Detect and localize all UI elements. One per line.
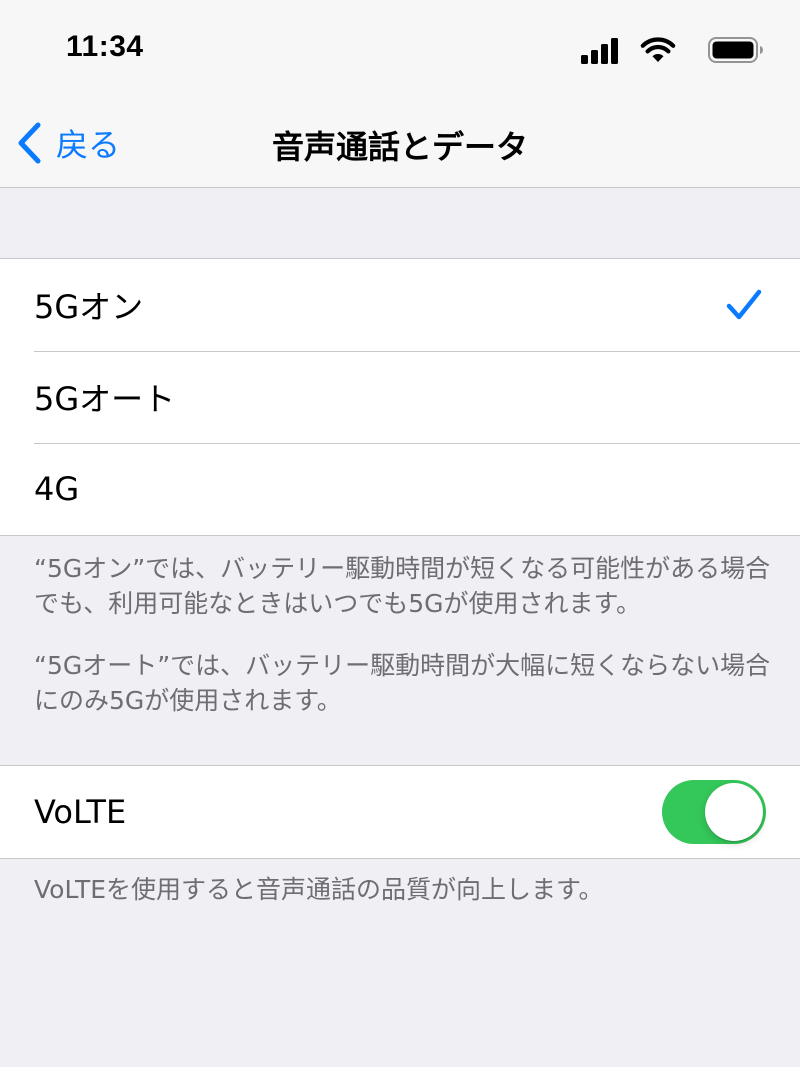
cellular-signal-icon <box>581 38 618 64</box>
volte-row: VoLTE <box>0 766 800 858</box>
battery-icon <box>708 37 763 63</box>
network-options-group: 5Gオン 5Gオート 4G <box>0 258 800 536</box>
settings-screen: 11:34 戻る 音声通話とデータ 5Gオン 5Gオート 4G “5Gオン”では… <box>0 0 800 1067</box>
status-time: 11:34 <box>66 30 144 63</box>
option-4g[interactable]: 4G <box>0 443 800 535</box>
option-label: 5Gオート <box>34 380 176 418</box>
footer-5g-auto-description: “5Gオート”では、バッテリー駆動時間が大幅に短くならない場合にのみ5Gが使用さ… <box>34 651 771 715</box>
navigation-bar: 戻る 音声通話とデータ <box>0 100 800 188</box>
volte-label: VoLTE <box>34 793 127 831</box>
page-title: 音声通話とデータ <box>271 128 528 166</box>
status-bar: 11:34 <box>0 0 800 100</box>
option-5g-on[interactable]: 5Gオン <box>0 259 800 351</box>
volte-toggle[interactable] <box>662 780 766 844</box>
volte-group: VoLTE <box>0 765 800 859</box>
checkmark-icon <box>726 289 762 320</box>
footer-5g-on-description: “5Gオン”では、バッテリー駆動時間が短くなる可能性がある場合でも、利用可能なと… <box>34 554 771 618</box>
toggle-knob <box>705 783 763 841</box>
wifi-icon <box>640 37 676 62</box>
footer-volte-description: VoLTEを使用すると音声通話の品質が向上します。 <box>34 875 604 904</box>
option-label: 5Gオン <box>34 288 144 326</box>
option-5g-auto[interactable]: 5Gオート <box>0 351 800 443</box>
option-label: 4G <box>34 470 80 508</box>
